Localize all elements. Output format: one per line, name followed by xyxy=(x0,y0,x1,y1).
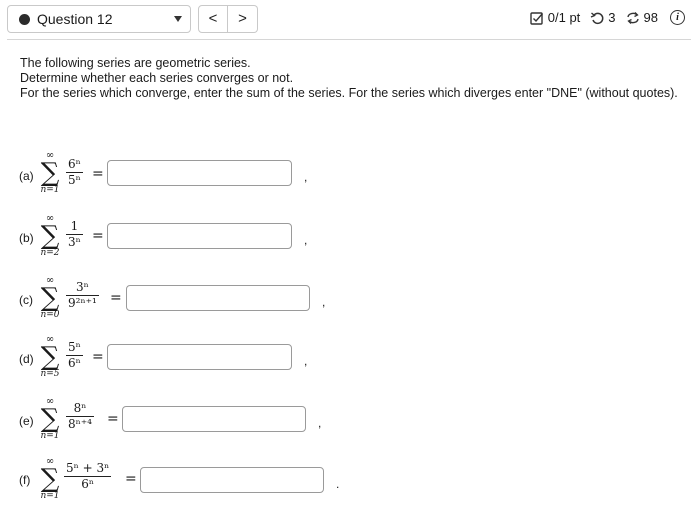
fraction: 1 3ⁿ xyxy=(66,219,83,250)
equals-sign: = xyxy=(92,228,104,244)
caret-down-icon xyxy=(174,16,182,22)
part-label: (f) xyxy=(19,473,31,487)
fraction: 5ⁿ + 3ⁿ 6ⁿ xyxy=(64,461,112,492)
refresh-arrows-icon xyxy=(626,11,639,24)
equals-sign: = xyxy=(125,471,137,487)
intro-line-1: The following series are geometric serie… xyxy=(20,56,251,70)
part-label: (e) xyxy=(19,414,34,428)
answer-input-d[interactable] xyxy=(107,344,292,370)
fraction: 8ⁿ 8ⁿ⁺⁴ xyxy=(66,401,94,432)
answer-input-f[interactable] xyxy=(140,467,324,493)
punctuation: , xyxy=(304,233,308,247)
part-c: (c) ∞ ∑ n=0 3ⁿ 9²ⁿ⁺¹ = , xyxy=(0,275,691,335)
numerator: 6ⁿ xyxy=(68,157,81,171)
summation-symbol: ∞ ∑ n=1 xyxy=(40,456,60,502)
summation-symbol: ∞ ∑ n=5 xyxy=(40,334,60,380)
denominator: 6ⁿ xyxy=(81,477,95,491)
answer-input-e[interactable] xyxy=(122,406,306,432)
status-dot-icon xyxy=(19,14,30,25)
summation-symbol: ∞ ∑ n=1 xyxy=(40,396,60,442)
equals-sign: = xyxy=(107,411,119,427)
denominator: 5ⁿ xyxy=(68,173,81,187)
summation-symbol: ∞ ∑ n=2 xyxy=(40,213,60,259)
part-b: (b) ∞ ∑ n=2 1 3ⁿ = , xyxy=(0,213,691,273)
equals-sign: = xyxy=(110,290,122,306)
question-selector[interactable]: Question 12 xyxy=(7,5,191,33)
numerator: 1 xyxy=(70,219,79,233)
part-label: (d) xyxy=(19,352,34,366)
equals-sign: = xyxy=(92,166,104,182)
denominator: 9²ⁿ⁺¹ xyxy=(68,296,97,310)
retries-count: 3 xyxy=(608,10,616,25)
previous-question-button[interactable]: < xyxy=(198,5,228,33)
denominator: 6ⁿ xyxy=(68,356,81,370)
punctuation: , xyxy=(304,354,308,368)
fraction: 3ⁿ 9²ⁿ⁺¹ xyxy=(66,280,99,311)
summation-symbol: ∞ ∑ n=1 xyxy=(40,150,60,196)
punctuation: , xyxy=(322,295,326,309)
info-icon[interactable]: i xyxy=(670,10,685,25)
numerator: 3ⁿ xyxy=(75,280,89,294)
part-d: (d) ∞ ∑ n=5 5ⁿ 6ⁿ = , xyxy=(0,334,691,394)
numerator: 5ⁿ + 3ⁿ xyxy=(66,461,110,475)
part-label: (b) xyxy=(19,231,34,245)
intro-line-3: For the series which converge, enter the… xyxy=(20,86,678,100)
summation-symbol: ∞ ∑ n=0 xyxy=(40,275,60,321)
question-stats: 0/1 pt 3 98 i xyxy=(530,10,685,25)
score-text: 0/1 pt xyxy=(547,10,581,25)
numerator: 5ⁿ xyxy=(68,340,81,354)
question-header: Question 12 < > 0/1 pt 3 98 i xyxy=(0,0,691,40)
question-label: Question 12 xyxy=(37,11,113,27)
numerator: 8ⁿ xyxy=(73,401,87,415)
denominator: 3ⁿ xyxy=(68,235,81,249)
punctuation: , xyxy=(304,170,308,184)
fraction: 6ⁿ 5ⁿ xyxy=(66,157,83,188)
equals-sign: = xyxy=(92,349,104,365)
part-label: (c) xyxy=(19,293,33,307)
undo-icon xyxy=(591,11,604,24)
checkbox-edit-icon xyxy=(530,11,543,25)
fraction: 5ⁿ 6ⁿ xyxy=(66,340,83,371)
answer-input-a[interactable] xyxy=(107,160,292,186)
answer-input-b[interactable] xyxy=(107,223,292,249)
part-e: (e) ∞ ∑ n=1 8ⁿ 8ⁿ⁺⁴ = , xyxy=(0,396,691,456)
punctuation: , xyxy=(318,416,322,430)
intro-line-2: Determine whether each series converges … xyxy=(20,71,294,85)
punctuation: . xyxy=(336,477,340,491)
next-question-button[interactable]: > xyxy=(228,5,258,33)
answer-input-c[interactable] xyxy=(126,285,310,311)
question-intro: The following series are geometric serie… xyxy=(20,56,680,101)
part-label: (a) xyxy=(19,169,34,183)
attempts-count: 98 xyxy=(643,10,658,25)
denominator: 8ⁿ⁺⁴ xyxy=(68,417,92,431)
header-divider xyxy=(7,39,691,40)
part-a: (a) ∞ ∑ n=1 6ⁿ 5ⁿ = , xyxy=(0,150,691,210)
part-f: (f) ∞ ∑ n=1 5ⁿ + 3ⁿ 6ⁿ = . xyxy=(0,456,691,518)
